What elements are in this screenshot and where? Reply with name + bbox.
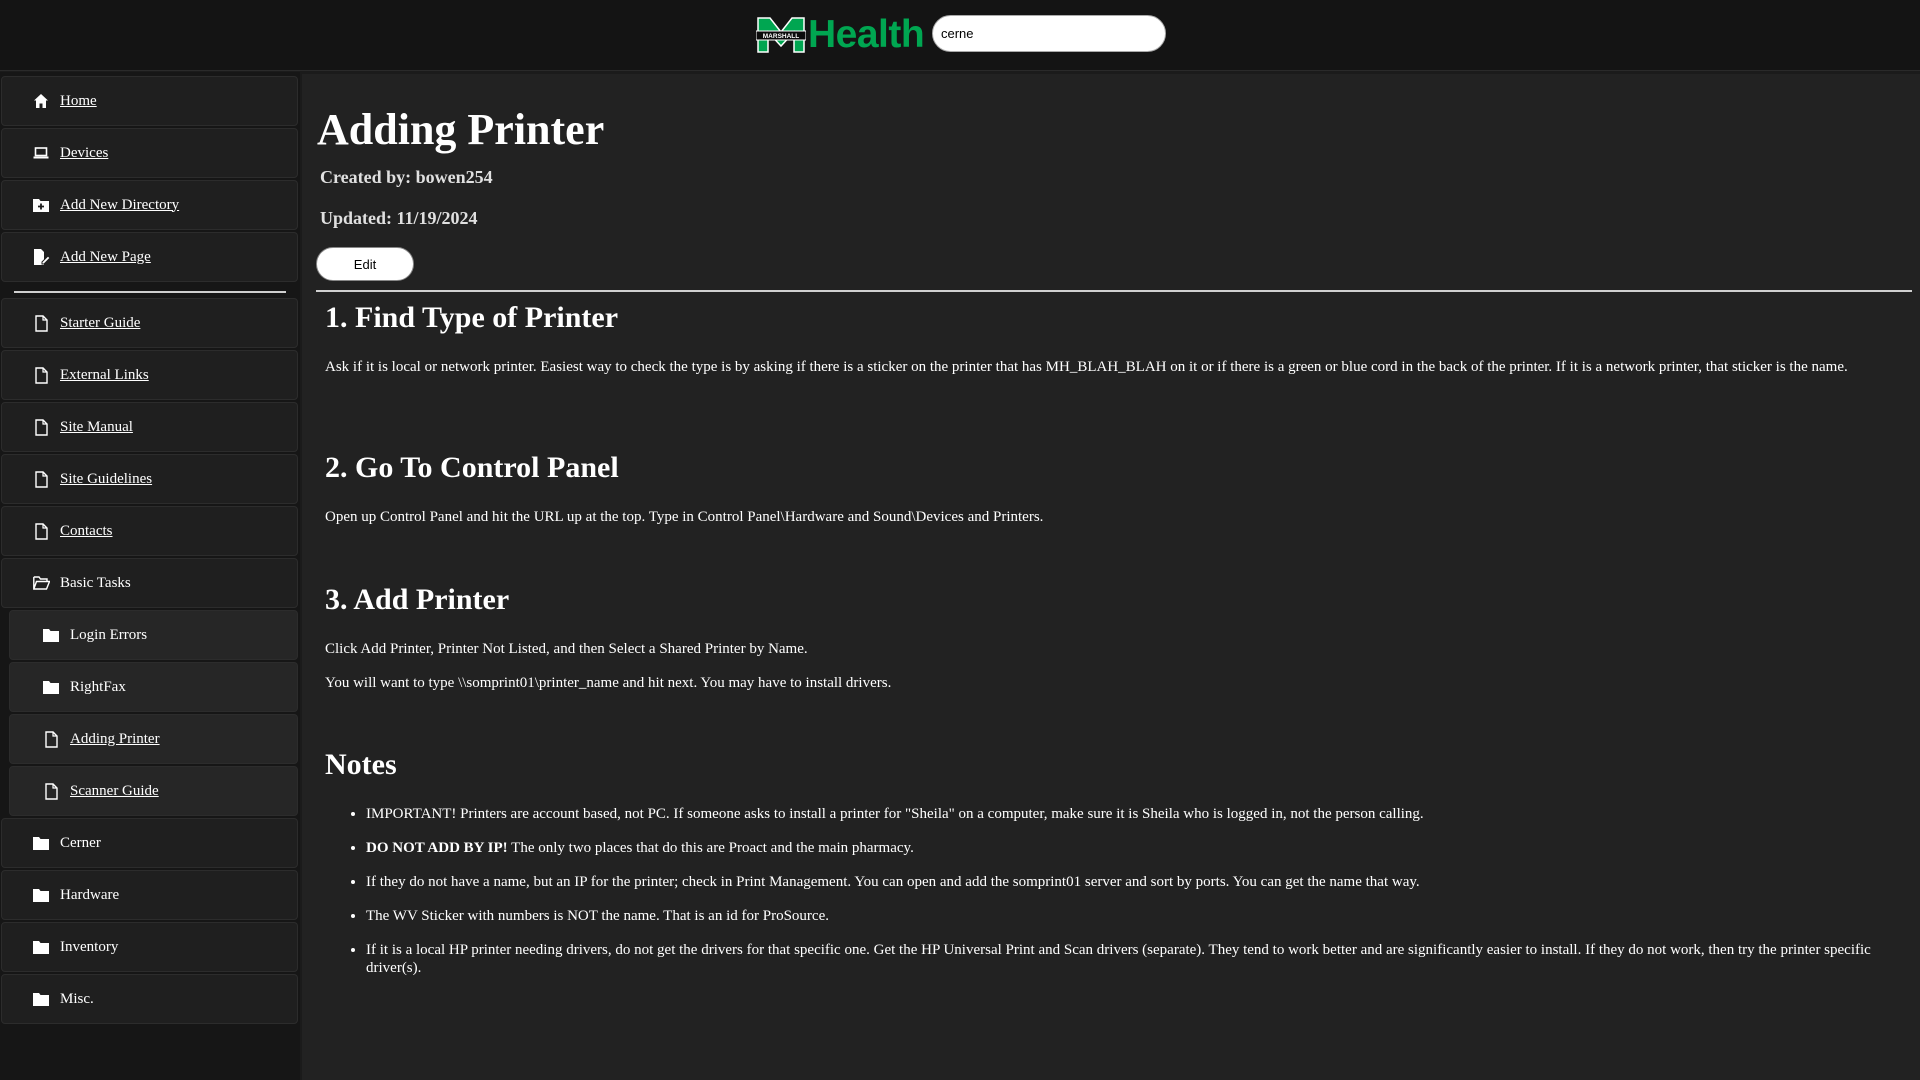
notes-list: IMPORTANT! Printers are account based, n… bbox=[325, 805, 1905, 993]
sidebar-item-label: RightFax bbox=[70, 678, 126, 695]
sidebar-item-cerner[interactable]: Cerner bbox=[1, 818, 298, 868]
edit-button[interactable]: Edit bbox=[316, 247, 414, 281]
sidebar-item-external-links[interactable]: External Links bbox=[1, 350, 298, 400]
sidebar-item-label: Inventory bbox=[60, 938, 119, 955]
section-heading: 1. Find Type of Printer bbox=[325, 301, 619, 334]
logo-text: Health bbox=[808, 13, 925, 56]
sidebar-item-inventory[interactable]: Inventory bbox=[1, 922, 298, 972]
note-text: If they do not have a name, but an IP fo… bbox=[366, 874, 1420, 890]
created-by: Created by: bowen254 bbox=[320, 167, 493, 187]
section-heading: 3. Add Printer bbox=[325, 583, 510, 616]
sidebar-divider bbox=[14, 291, 286, 293]
note-text: The only two places that do this are Pro… bbox=[507, 840, 914, 856]
sidebar-item-label: Misc. bbox=[60, 990, 94, 1007]
sidebar-item-starter-guide[interactable]: Starter Guide bbox=[1, 298, 298, 348]
note-text: The WV Sticker with numbers is NOT the n… bbox=[366, 908, 829, 924]
note-text: IMPORTANT! Printers are account based, n… bbox=[366, 806, 1424, 822]
sidebar-item-label: Site Guidelines bbox=[60, 470, 153, 487]
sidebar-item-label: Add New Page bbox=[60, 248, 151, 265]
note-item: DO NOT ADD BY IP! The only two places th… bbox=[366, 839, 1905, 857]
file-icon bbox=[32, 418, 50, 436]
sidebar: Home Devices Add New Directory Add New P… bbox=[0, 72, 300, 1080]
file-icon bbox=[32, 314, 50, 332]
file-icon bbox=[32, 470, 50, 488]
top-bar: MARSHALL Health bbox=[0, 0, 1920, 71]
site-logo[interactable]: MARSHALL Health bbox=[756, 13, 925, 56]
section-heading: 2. Go To Control Panel bbox=[325, 451, 619, 484]
sidebar-item-label: Login Errors bbox=[70, 626, 148, 643]
svg-text:MARSHALL: MARSHALL bbox=[763, 33, 799, 40]
sidebar-item-label: Site Manual bbox=[60, 418, 133, 435]
folder-icon bbox=[32, 990, 50, 1008]
sidebar-item-basic-tasks[interactable]: Basic Tasks bbox=[1, 558, 298, 608]
file-icon bbox=[32, 366, 50, 384]
sidebar-item-add-new-directory[interactable]: Add New Directory bbox=[1, 180, 298, 230]
sidebar-item-login-errors[interactable]: Login Errors bbox=[9, 610, 298, 660]
updated-date: Updated: 11/19/2024 bbox=[320, 208, 478, 228]
page-title: Adding Printer bbox=[317, 105, 605, 154]
sidebar-item-label: Add New Directory bbox=[60, 196, 180, 213]
sidebar-item-contacts[interactable]: Contacts bbox=[1, 506, 298, 556]
sidebar-item-label: Cerner bbox=[60, 834, 101, 851]
home-icon bbox=[32, 92, 50, 110]
sidebar-item-add-new-page[interactable]: Add New Page bbox=[1, 232, 298, 282]
sidebar-item-rightfax[interactable]: RightFax bbox=[9, 662, 298, 712]
folder-icon bbox=[32, 886, 50, 904]
file-edit-icon bbox=[32, 248, 50, 266]
section-paragraph: Ask if it is local or network printer. E… bbox=[325, 359, 1848, 375]
laptop-icon bbox=[32, 144, 50, 162]
sidebar-item-label: Adding Printer bbox=[70, 730, 160, 747]
file-icon bbox=[42, 782, 60, 800]
folder-icon bbox=[42, 626, 60, 644]
marshall-m-logo-icon: MARSHALL bbox=[756, 17, 806, 53]
main-content: Adding Printer Created by: bowen254 Upda… bbox=[302, 74, 1920, 1080]
folder-icon bbox=[42, 678, 60, 696]
search-input[interactable] bbox=[932, 15, 1166, 52]
sidebar-item-scanner-guide[interactable]: Scanner Guide bbox=[9, 766, 298, 816]
section-paragraph: Click Add Printer, Printer Not Listed, a… bbox=[325, 641, 808, 657]
sidebar-item-site-manual[interactable]: Site Manual bbox=[1, 402, 298, 452]
sidebar-item-hardware[interactable]: Hardware bbox=[1, 870, 298, 920]
notes-heading: Notes bbox=[325, 748, 397, 781]
folder-open-icon bbox=[32, 574, 50, 592]
sidebar-item-adding-printer[interactable]: Adding Printer bbox=[9, 714, 298, 764]
sidebar-item-label: Basic Tasks bbox=[60, 574, 131, 591]
content-divider bbox=[316, 290, 1912, 292]
note-item: If they do not have a name, but an IP fo… bbox=[366, 873, 1905, 891]
note-bold: DO NOT ADD BY IP! bbox=[366, 840, 508, 856]
section-paragraph: Open up Control Panel and hit the URL up… bbox=[325, 509, 1044, 525]
folder-plus-icon bbox=[32, 196, 50, 214]
note-text: If it is a local HP printer needing driv… bbox=[366, 942, 1871, 976]
sidebar-item-label: Contacts bbox=[60, 522, 113, 539]
file-icon bbox=[32, 522, 50, 540]
section-paragraph: You will want to type \\somprint01\print… bbox=[325, 675, 892, 691]
sidebar-item-misc[interactable]: Misc. bbox=[1, 974, 298, 1024]
sidebar-item-label: Home bbox=[60, 92, 97, 109]
sidebar-item-label: External Links bbox=[60, 366, 149, 383]
sidebar-item-home[interactable]: Home bbox=[1, 76, 298, 126]
sidebar-item-site-guidelines[interactable]: Site Guidelines bbox=[1, 454, 298, 504]
sidebar-item-label: Scanner Guide bbox=[70, 782, 159, 799]
note-item: IMPORTANT! Printers are account based, n… bbox=[366, 805, 1905, 823]
folder-icon bbox=[32, 834, 50, 852]
note-item: If it is a local HP printer needing driv… bbox=[366, 941, 1905, 977]
folder-icon bbox=[32, 938, 50, 956]
sidebar-item-label: Starter Guide bbox=[60, 314, 141, 331]
note-item: The WV Sticker with numbers is NOT the n… bbox=[366, 907, 1905, 925]
sidebar-item-devices[interactable]: Devices bbox=[1, 128, 298, 178]
sidebar-item-label: Devices bbox=[60, 144, 109, 161]
file-icon bbox=[42, 730, 60, 748]
sidebar-item-label: Hardware bbox=[60, 886, 120, 903]
